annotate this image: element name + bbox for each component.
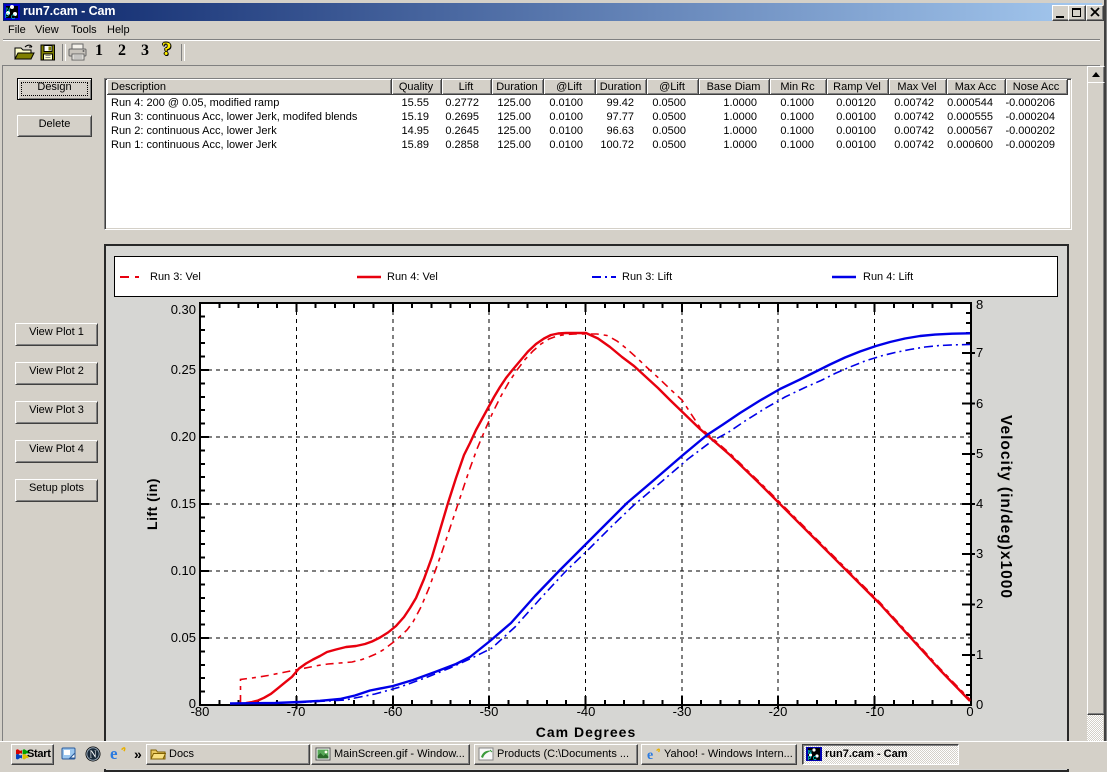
svg-text:e: e [647,748,653,761]
svg-text:C: C [813,756,817,761]
svg-text:-20: -20 [769,704,788,719]
svg-text:0.30: 0.30 [171,302,196,317]
svg-text:0.20: 0.20 [171,429,196,444]
svg-text:0: 0 [976,697,983,712]
svg-text:-30: -30 [673,704,692,719]
svg-text:Velocity (in/deg)x1000: Velocity (in/deg)x1000 [997,415,1014,599]
svg-text:-70: -70 [287,704,306,719]
svg-text:0.10: 0.10 [171,563,196,578]
svg-text:C: C [11,15,16,20]
svg-text:0.05: 0.05 [171,630,196,645]
svg-text:0.25: 0.25 [171,362,196,377]
svg-text:-10: -10 [866,704,885,719]
svg-text:0: 0 [966,704,973,719]
svg-text:3: 3 [976,546,983,561]
svg-text:4: 4 [976,496,983,511]
svg-text:-40: -40 [577,704,596,719]
svg-text:P: P [5,14,9,20]
svg-text:7: 7 [976,345,983,360]
svg-text:-60: -60 [384,704,403,719]
svg-text:2: 2 [976,596,983,611]
svg-text:N: N [90,750,97,761]
svg-text:e: e [110,745,118,762]
svg-text:-50: -50 [480,704,499,719]
svg-text:Cam Degrees: Cam Degrees [536,724,637,740]
svg-text:6: 6 [976,396,983,411]
svg-text:Lift (in): Lift (in) [144,478,160,530]
svg-text:-80: -80 [191,704,210,719]
svg-text:8: 8 [976,297,983,312]
svg-text:5: 5 [976,446,983,461]
svg-text:1: 1 [976,647,983,662]
svg-text:0.15: 0.15 [171,496,196,511]
